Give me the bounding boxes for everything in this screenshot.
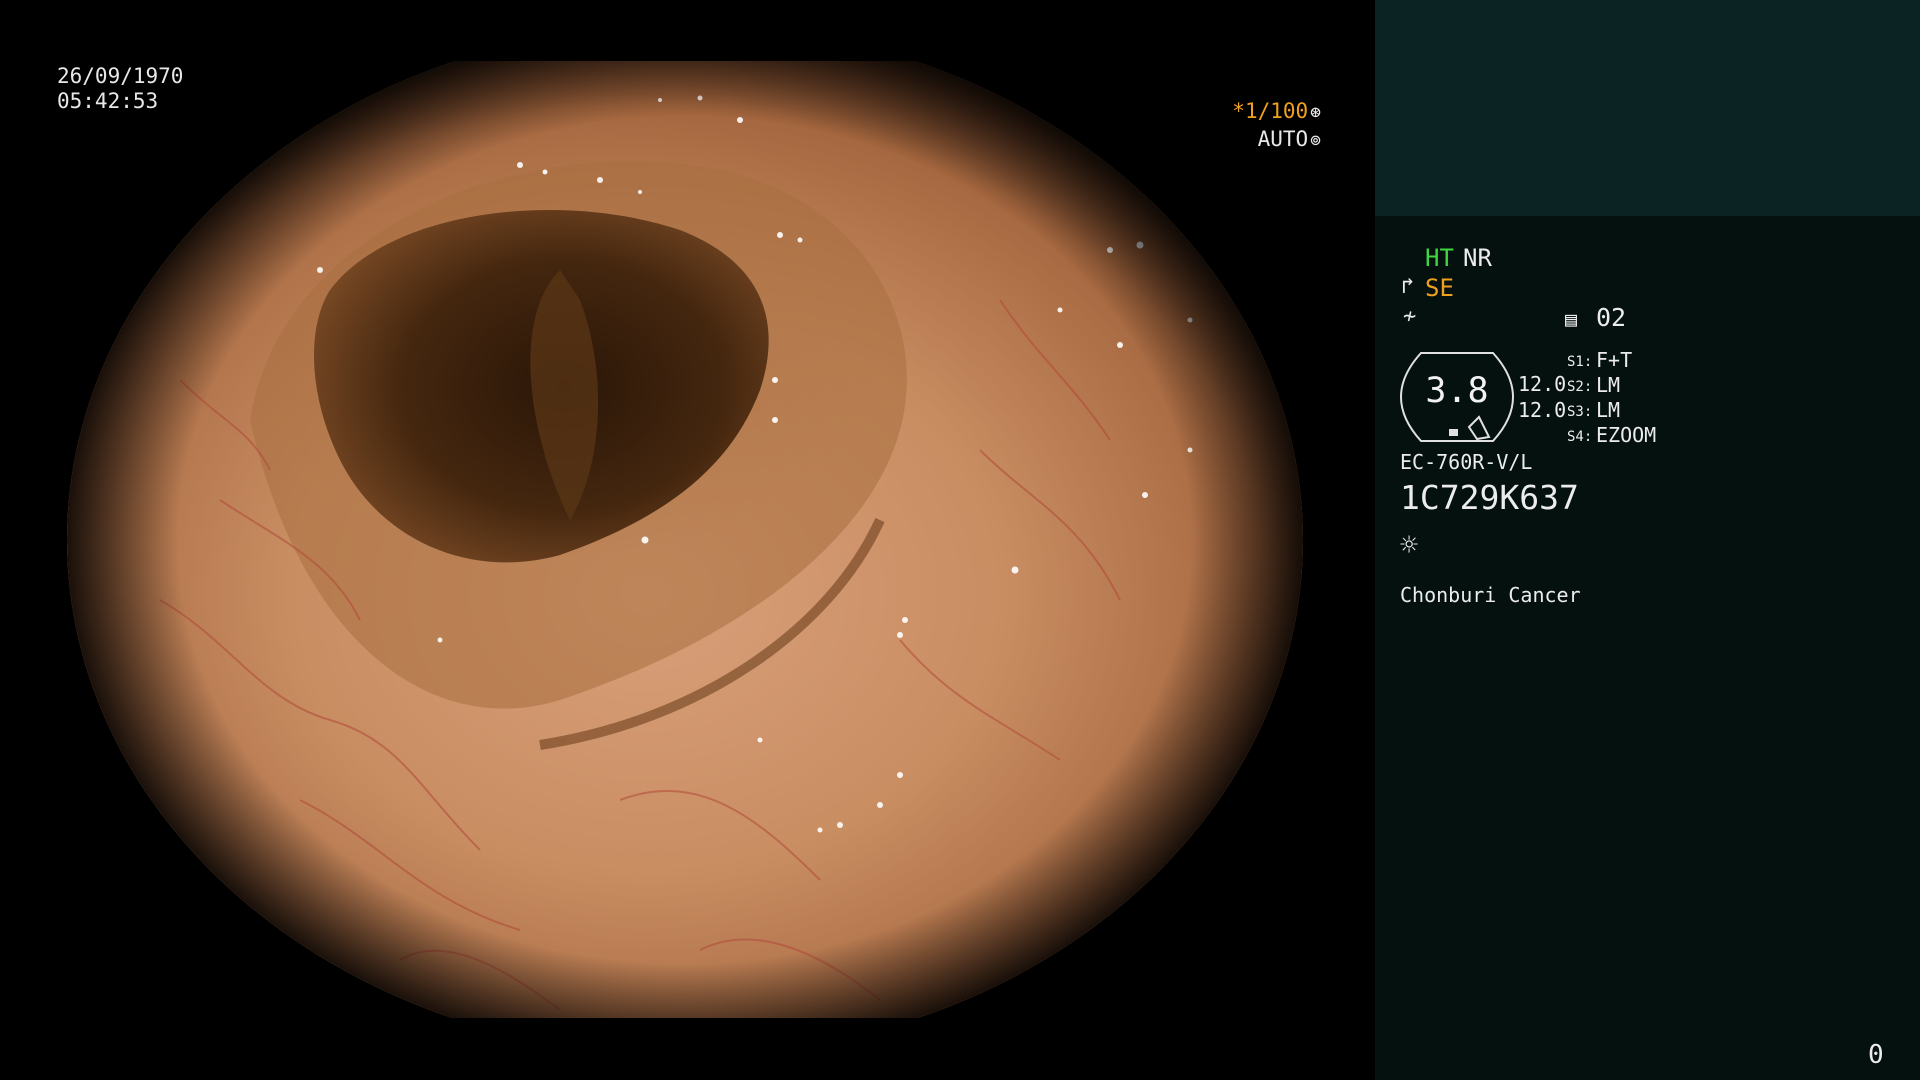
endoscopic-image-view: 26/09/1970 05:42:53 *1/100 ⊛ AUTO ⊚ bbox=[0, 0, 1375, 1080]
exposure-mode: AUTO bbox=[1257, 127, 1309, 151]
switch-2-value: LM bbox=[1596, 373, 1621, 397]
processor-info-panel: HT NR ↱ SE ≁ ▤ 02 3.8 12.0 12.0 S1: F+T … bbox=[1375, 0, 1920, 1080]
page-list-icon: ▤ bbox=[1565, 307, 1578, 331]
zoom-value: 3.8 bbox=[1425, 371, 1489, 411]
switch-3-value: LM bbox=[1596, 398, 1621, 422]
scope-model: EC-760R-V/L bbox=[1400, 450, 1533, 474]
switch-4-label: S4: bbox=[1567, 429, 1593, 445]
setting-value-2: 12.0 bbox=[1518, 398, 1567, 422]
shutter-prefix: * bbox=[1232, 99, 1245, 123]
scope-serial-number: 1C729K637 bbox=[1400, 478, 1579, 517]
switch-2-label: S2: bbox=[1567, 379, 1593, 395]
switch-1-value: F+T bbox=[1596, 348, 1633, 372]
switch-3-label: S3: bbox=[1567, 404, 1593, 420]
exam-date: 26/09/1970 bbox=[57, 64, 184, 88]
light-source-icon: ☼ bbox=[1400, 528, 1419, 563]
switch-1-label: S1: bbox=[1567, 354, 1593, 370]
exam-time: 05:42:53 bbox=[57, 89, 159, 113]
colon-lumen-image bbox=[0, 0, 1375, 1080]
tilt-icon bbox=[1467, 415, 1491, 441]
zoom-marker bbox=[1449, 429, 1458, 436]
enhancement-curve-icon: ≁ bbox=[1403, 304, 1417, 329]
institution-name: Chonburi Cancer bbox=[1400, 583, 1581, 607]
setting-value-1: 12.0 bbox=[1518, 372, 1567, 396]
iris-icon: ⊚ bbox=[1310, 130, 1321, 151]
shutter-speed-readout: *1/100 ⊛ bbox=[1232, 99, 1321, 125]
ht-indicator: HT bbox=[1425, 244, 1454, 272]
page-number: 02 bbox=[1596, 303, 1627, 332]
shutter-speed: 1/100 bbox=[1244, 99, 1309, 123]
switch-4-value: EZOOM bbox=[1596, 423, 1657, 447]
structure-enhancement-icon: ↱ bbox=[1401, 274, 1415, 299]
shutter-icon: ⊛ bbox=[1310, 102, 1321, 123]
frame-counter: 0 bbox=[1868, 1040, 1884, 1070]
se-indicator: SE bbox=[1425, 274, 1454, 302]
endoscopy-monitor-screen: 26/09/1970 05:42:53 *1/100 ⊛ AUTO ⊚ HT NR … bbox=[0, 0, 1920, 1080]
nr-indicator: NR bbox=[1463, 244, 1492, 272]
exposure-mode-readout: AUTO ⊚ bbox=[1258, 127, 1321, 153]
patient-info-area bbox=[1375, 0, 1920, 216]
